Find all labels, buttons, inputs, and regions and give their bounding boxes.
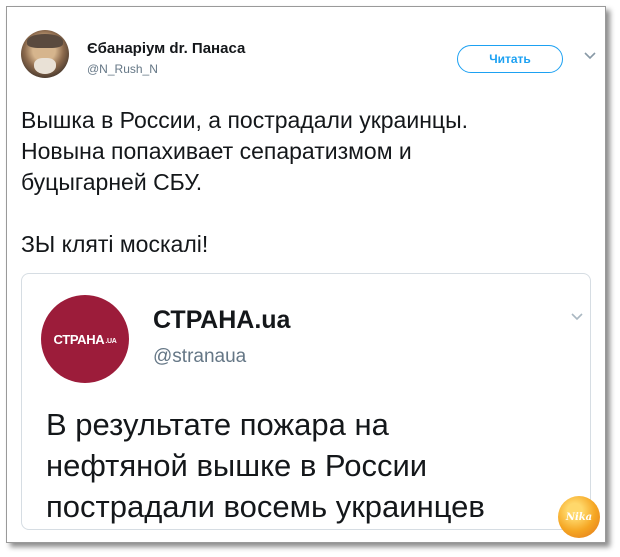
logo-text: СТРАНА bbox=[53, 331, 105, 347]
quoted-tweet[interactable]: СТРАНА .UA СТРАНА.ua @stranaua В результа… bbox=[21, 273, 591, 530]
quoted-text: В результате пожара на нефтяной вышке в … bbox=[46, 404, 586, 527]
follow-button[interactable]: Читать bbox=[457, 45, 563, 73]
author-handle[interactable]: @N_Rush_N bbox=[87, 62, 158, 76]
avatar-beard bbox=[34, 58, 56, 74]
watermark-text: Nika bbox=[565, 511, 593, 523]
avatar-hair bbox=[27, 34, 63, 48]
tweet-text-line: ЗЫ кляті москалі! bbox=[21, 231, 209, 257]
logo-suffix: .UA bbox=[105, 337, 117, 345]
quoted-author-name[interactable]: СТРАНА.ua bbox=[153, 306, 290, 335]
tweet-text: Вышка в России, а пострадали украинцы. Н… bbox=[21, 105, 591, 260]
quoted-text-line: В результате пожара на bbox=[46, 407, 389, 442]
chevron-down-icon[interactable] bbox=[570, 312, 584, 322]
tweet-text-line: буцыгарней СБУ. bbox=[21, 169, 203, 195]
quoted-text-line: нефтяной вышке в России bbox=[46, 448, 428, 483]
tweet-text-line: Новына попахивает сепаратизмом и bbox=[21, 138, 412, 164]
author-avatar[interactable] bbox=[21, 30, 69, 78]
author-name[interactable]: Єбанаріум dr. Панаса bbox=[87, 40, 245, 57]
tweet-card: Єбанаріум dr. Панаса @N_Rush_N Читать Вы… bbox=[6, 6, 606, 543]
tweet-text-line: Вышка в России, а пострадали украинцы. bbox=[21, 107, 468, 133]
quoted-author-avatar[interactable]: СТРАНА .UA bbox=[41, 295, 129, 383]
watermark-logo: Nika bbox=[558, 496, 600, 538]
quoted-author-handle[interactable]: @stranaua bbox=[153, 346, 246, 368]
quoted-text-line: пострадали восемь украинцев bbox=[46, 489, 485, 524]
chevron-down-icon[interactable] bbox=[583, 51, 597, 61]
